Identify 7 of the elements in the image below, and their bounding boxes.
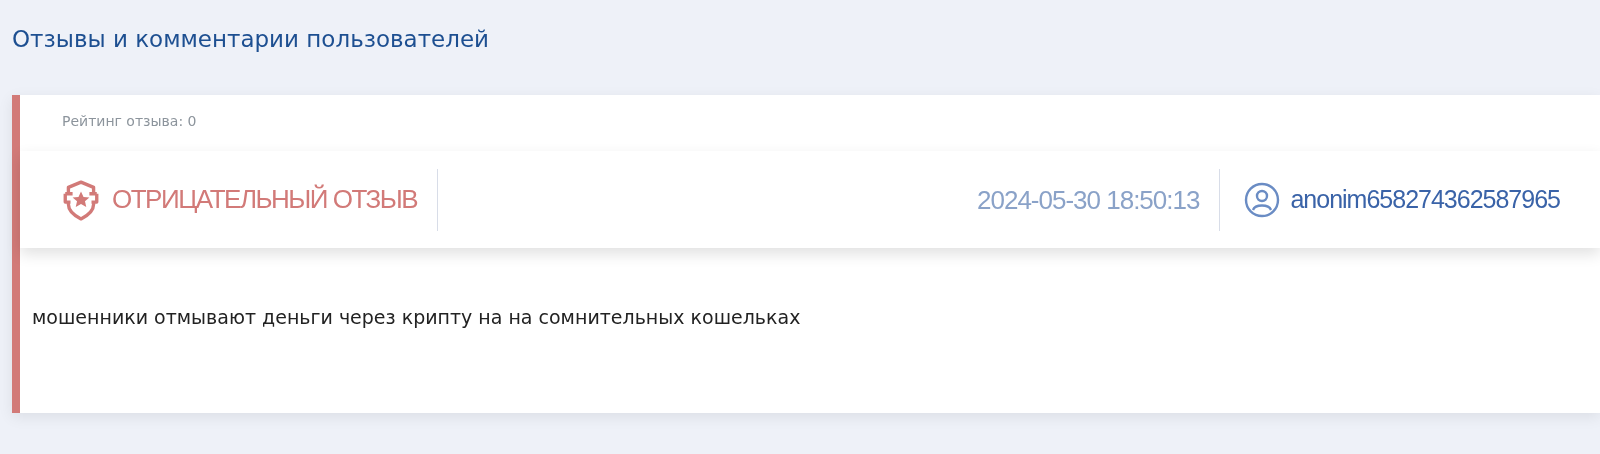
review-type-label: ОТРИЦАТЕЛЬНЫЙ ОТЗЫВ [112,184,418,215]
review-rating: Рейтинг отзыва: 0 [61,112,198,131]
review-text: мошенники отмывают деньги через крипту на на сомнительных кошельках [31,305,802,328]
user-icon [1244,181,1281,218]
author-name[interactable]: anonim658274362587965 [1290,185,1560,214]
review-datetime: 2024-05-30 18:50:13 [957,168,1221,231]
section-title: Отзывы и комментарии пользователей [12,25,490,54]
